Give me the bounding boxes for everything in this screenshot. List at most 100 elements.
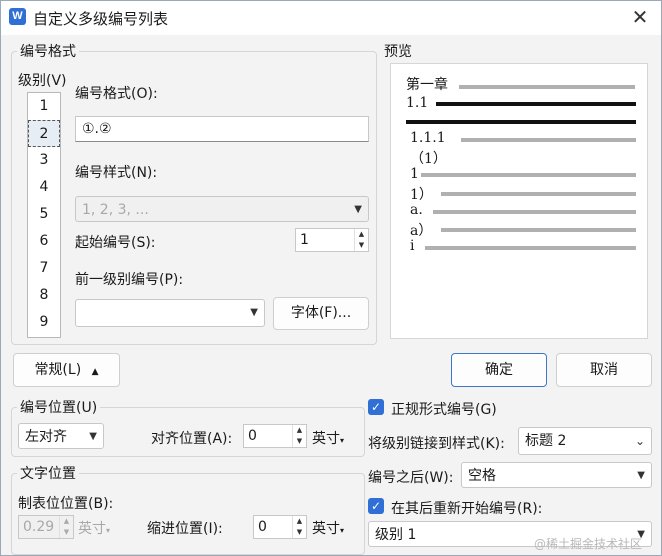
chevron-down-icon: ▾: [340, 436, 345, 445]
stepper-controls[interactable]: ▲ ▼: [292, 516, 306, 538]
level-item[interactable]: 8: [28, 282, 60, 309]
stepper-controls: ▲ ▼: [59, 516, 73, 538]
level-item[interactable]: 6: [28, 228, 60, 255]
indent-stepper[interactable]: 0 ▲ ▼: [253, 515, 307, 539]
preview-line: [441, 192, 636, 196]
style-label: 编号样式(N):: [75, 165, 158, 181]
chevron-down-icon: ▾: [106, 526, 111, 535]
after-number-value: 空格: [468, 468, 496, 484]
level-item[interactable]: 7: [28, 255, 60, 282]
arrow-up-icon[interactable]: ▲: [355, 229, 368, 240]
preview-line: [461, 138, 636, 142]
stepper-controls[interactable]: ▲ ▼: [292, 425, 306, 447]
watermark: @稀土掘金技术社区: [534, 537, 643, 551]
align-unit-dropdown[interactable]: 英寸▾: [312, 428, 344, 448]
indent-value[interactable]: 0: [258, 516, 267, 538]
level-item[interactable]: 3: [28, 147, 60, 174]
level-list[interactable]: 1 2 3 4 5 6 7 8 9: [27, 92, 61, 338]
indent-unit-label: 英寸: [312, 521, 340, 537]
level-item[interactable]: 9: [28, 309, 60, 336]
number-position-legend: 编号位置(U): [17, 397, 101, 417]
text-position-group: [11, 473, 365, 555]
preview-line-current: [436, 102, 636, 106]
preview-line: [441, 228, 636, 232]
preview-line-text: 1.1.1: [410, 130, 446, 146]
arrow-down-icon[interactable]: ▼: [355, 240, 368, 251]
align-select[interactable]: 左对齐 ▼: [18, 423, 104, 449]
text-position-legend: 文字位置: [17, 463, 79, 483]
restart-label: 在其后重新开始编号(R):: [391, 501, 543, 517]
font-button[interactable]: 字体(F)...: [273, 297, 369, 330]
format-input[interactable]: ①.②: [75, 116, 369, 142]
chevron-down-icon: ▼: [250, 307, 258, 318]
preview-line: [425, 246, 636, 250]
align-pos-stepper[interactable]: 0 ▲ ▼: [243, 424, 307, 448]
after-number-select[interactable]: 空格 ▼: [461, 462, 652, 488]
level-item[interactable]: 5: [28, 201, 60, 228]
arrow-up-icon: ▲: [63, 517, 70, 525]
preview-line: [459, 85, 635, 89]
preview-panel: 第一章 1.1 1.1.1 （1） 1 1） a. a） i: [390, 63, 648, 339]
indent-unit-dropdown[interactable]: 英寸▾: [312, 518, 344, 538]
style-select: 1, 2, 3, ... ▼: [75, 196, 369, 222]
dialog-title: 自定义多级编号列表: [33, 10, 169, 28]
preview-line-text: 1.1: [406, 95, 429, 111]
close-icon[interactable]: ✕: [623, 3, 657, 31]
chevron-down-icon: ▾: [340, 526, 345, 535]
preview-line-text: 1）: [410, 187, 433, 203]
tab-stepper: 0.29 ▲ ▼: [18, 515, 74, 539]
tab-unit-label: 英寸: [78, 521, 106, 537]
start-number-value[interactable]: 1: [300, 229, 309, 251]
link-style-value: 标题 2: [525, 433, 567, 449]
preview-line-text: a.: [410, 202, 423, 218]
tab-label: 制表位位置(B):: [18, 496, 114, 512]
align-select-value: 左对齐: [25, 429, 67, 445]
level-item[interactable]: 4: [28, 174, 60, 201]
arrow-down-icon[interactable]: ▼: [293, 436, 306, 447]
link-style-label: 将级别链接到样式(K):: [368, 436, 505, 452]
style-select-value: 1, 2, 3, ...: [82, 202, 149, 218]
chevron-down-icon: ▼: [89, 431, 97, 442]
preview-line-text: （1）: [410, 151, 447, 167]
preview-line: [421, 173, 636, 177]
expand-toggle-icon: ▲: [91, 367, 99, 377]
align-pos-label: 对齐位置(A):: [151, 431, 233, 447]
align-pos-value[interactable]: 0: [248, 425, 257, 447]
preview-line-text: 第一章: [406, 77, 448, 93]
dialog-window: W 自定义多级编号列表 ✕ 编号格式 级别(V) 1 2 3 4 5 6 7 8…: [0, 0, 662, 556]
after-number-label: 编号之后(W):: [368, 470, 454, 486]
level-item-selected[interactable]: 2: [28, 120, 60, 147]
indent-label: 缩进位置(I):: [147, 521, 223, 537]
preview-line-text: 1: [410, 166, 419, 182]
start-number-stepper[interactable]: 1 ▲ ▼: [295, 228, 369, 252]
align-unit-label: 英寸: [312, 431, 340, 447]
numbering-format-legend: 编号格式: [17, 41, 79, 61]
restart-checkbox[interactable]: ✓: [368, 498, 384, 514]
stepper-controls[interactable]: ▲ ▼: [354, 229, 368, 251]
chevron-down-icon: ⌄: [634, 434, 645, 448]
tab-unit-dropdown: 英寸▾: [78, 518, 110, 538]
arrow-down-icon[interactable]: ▼: [293, 527, 306, 538]
preview-line: [433, 210, 636, 214]
cancel-button[interactable]: 取消: [556, 353, 652, 387]
general-toggle-button[interactable]: 常规(L) ▲: [13, 353, 120, 387]
arrow-up-icon[interactable]: ▲: [293, 425, 306, 436]
chevron-down-icon: ▼: [637, 470, 645, 481]
ok-button[interactable]: 确定: [451, 353, 547, 387]
link-style-select[interactable]: 标题 2 ⌄: [518, 427, 652, 455]
preview-line-text: a）: [410, 223, 433, 239]
general-toggle-label: 常规(L): [34, 362, 82, 378]
arrow-down-icon: ▼: [63, 528, 70, 536]
legal-checkbox[interactable]: ✓: [368, 399, 384, 415]
wps-writer-icon: W: [9, 8, 26, 25]
level-label: 级别(V): [18, 73, 67, 89]
restart-value: 级别 1: [375, 527, 417, 543]
level-item[interactable]: 1: [28, 93, 60, 120]
preview-line-current: [406, 120, 636, 124]
prev-level-select[interactable]: ▼: [75, 299, 265, 327]
title-bar: W 自定义多级编号列表 ✕: [1, 1, 661, 35]
preview-legend: 预览: [381, 41, 415, 61]
preview-line-text: i: [410, 238, 415, 254]
legal-label: 正规形式编号(G): [391, 402, 497, 418]
arrow-up-icon[interactable]: ▲: [293, 516, 306, 527]
